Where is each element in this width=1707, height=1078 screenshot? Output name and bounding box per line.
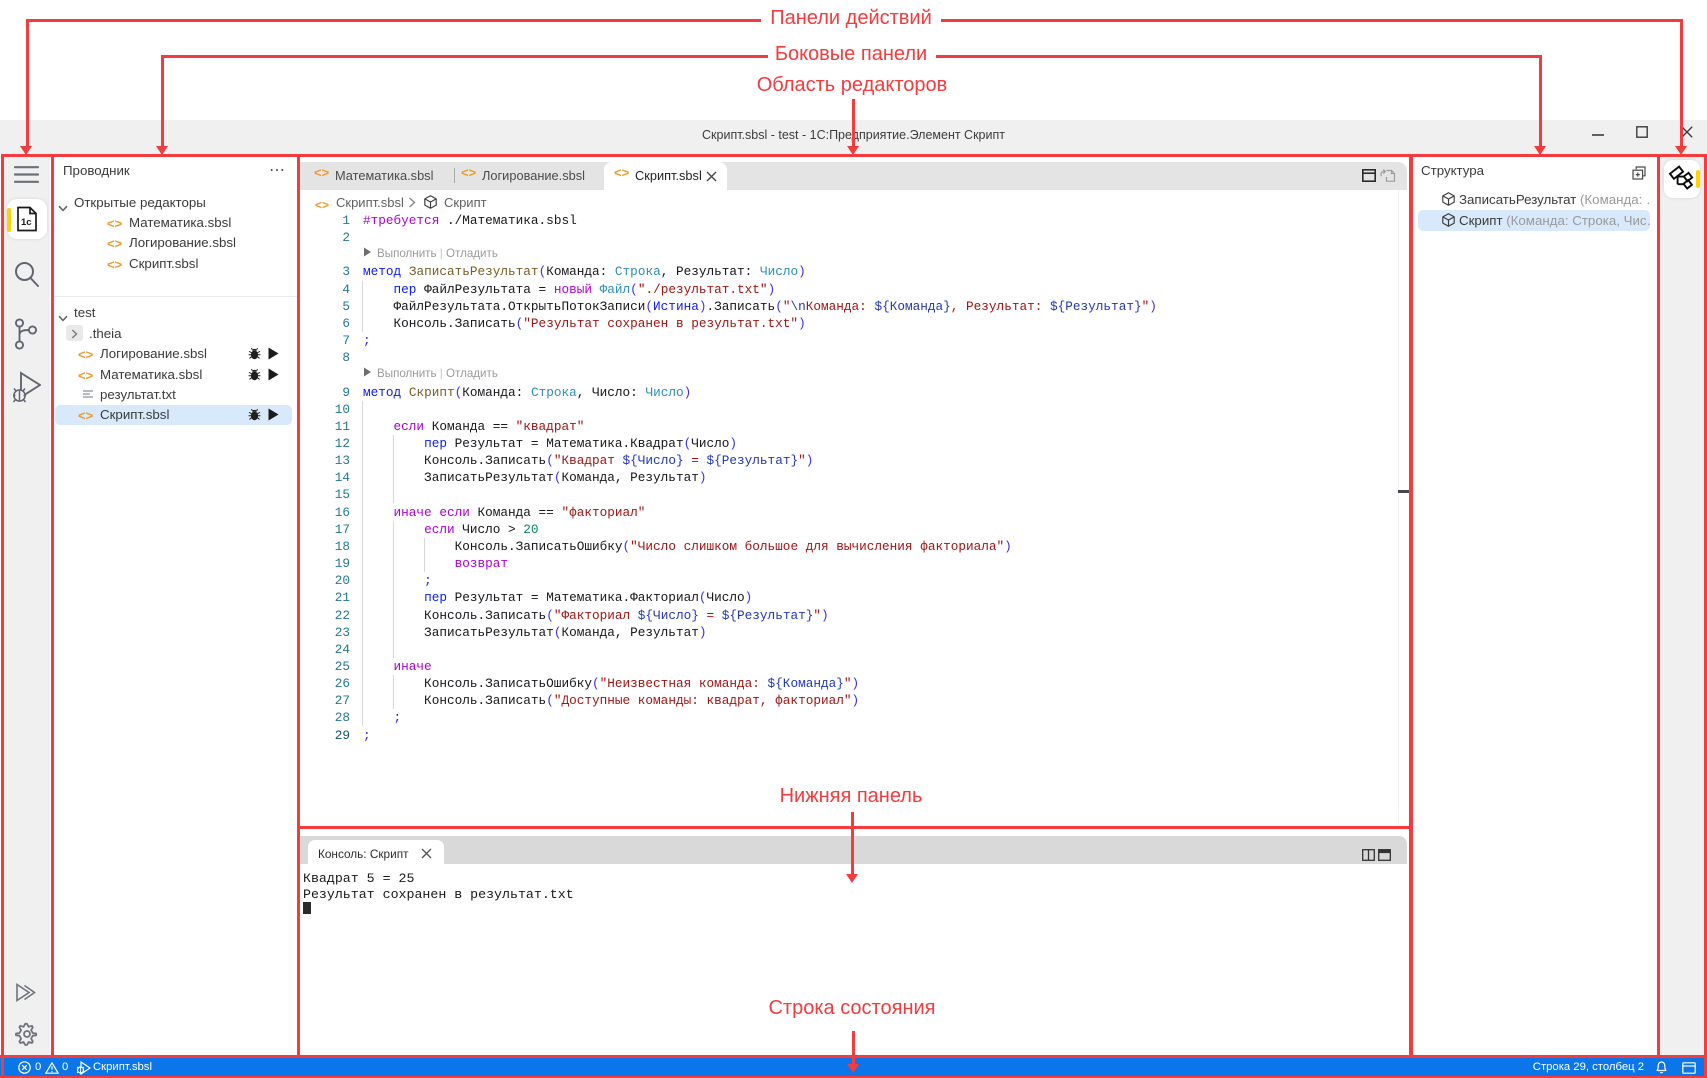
svg-text:1с: 1с xyxy=(21,217,32,228)
